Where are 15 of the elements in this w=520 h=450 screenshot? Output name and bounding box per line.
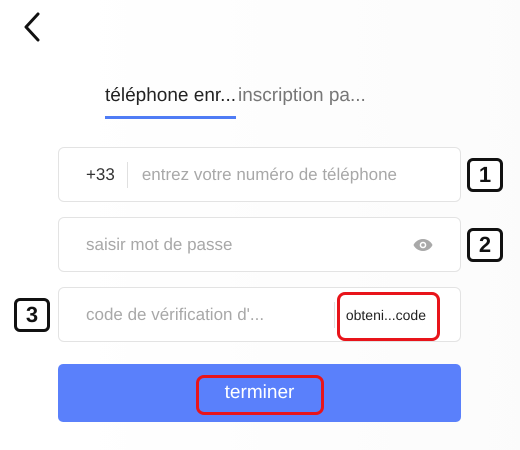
phone-input[interactable]: entrez votre numéro de téléphone (128, 164, 460, 184)
country-code[interactable]: +33 (59, 164, 127, 184)
tab[interactable]: inscription pa... (238, 71, 366, 119)
back-icon (24, 12, 40, 42)
callout-number: 3 (14, 298, 50, 332)
callout-number: 1 (467, 158, 503, 192)
code-field[interactable]: code de vérification d'... obteni...code (58, 287, 461, 342)
submit-button[interactable]: terminer (58, 364, 461, 422)
callout-number: 2 (467, 228, 503, 262)
password-input[interactable]: saisir mot de passe (59, 234, 413, 254)
get-code-button[interactable]: obteni...code (336, 288, 440, 341)
code-input[interactable]: code de vérification d'... (59, 304, 334, 324)
tab[interactable]: téléphone enr... (105, 71, 236, 119)
password-field[interactable]: saisir mot de passe (58, 217, 461, 272)
phone-field[interactable]: +33 entrez votre numéro de téléphone (58, 147, 461, 202)
